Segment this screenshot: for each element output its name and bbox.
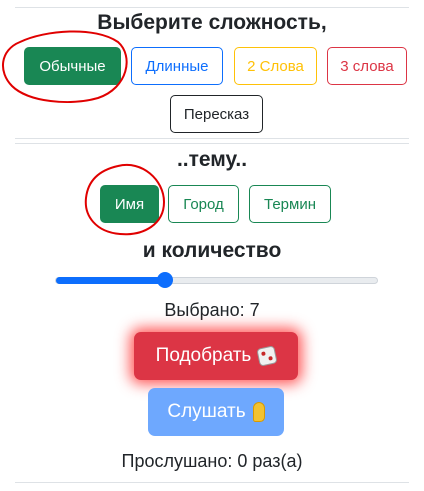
divider-middle-2 [15,143,409,144]
difficulty-title: Выберите сложность, [97,11,327,34]
difficulty-three-words-button[interactable]: 3 слова [327,47,407,85]
count-slider-track[interactable] [55,277,378,284]
ear-icon [252,402,265,422]
difficulty-retell-button[interactable]: Пересказ [170,95,263,133]
difficulty-normal-button[interactable]: Обычные [24,47,121,85]
topic-title: ..тему.. [176,148,248,171]
pick-button[interactable]: Подобрать [134,332,298,380]
dice-icon [256,345,279,367]
difficulty-two-words-button[interactable]: 2 Слова [234,47,317,85]
divider-bottom [15,482,409,483]
count-slider-fill [56,277,166,284]
difficulty-long-button[interactable]: Длинные [131,47,223,85]
divider-top [15,7,409,8]
listened-count-text: Прослушано: 0 раз(а) [121,451,303,471]
topic-term-button[interactable]: Термин [249,185,331,223]
count-slider-thumb[interactable] [156,272,173,288]
listen-button[interactable]: Слушать [148,388,284,436]
count-title: и количество [142,239,282,262]
topic-name-button[interactable]: Имя [100,185,159,223]
pick-button-label: Подобрать [155,345,252,366]
topic-city-button[interactable]: Город [168,185,239,223]
divider-middle-1 [15,138,409,139]
selected-count-text: Выбрано: 7 [164,300,260,320]
listen-button-label: Слушать [167,401,246,422]
